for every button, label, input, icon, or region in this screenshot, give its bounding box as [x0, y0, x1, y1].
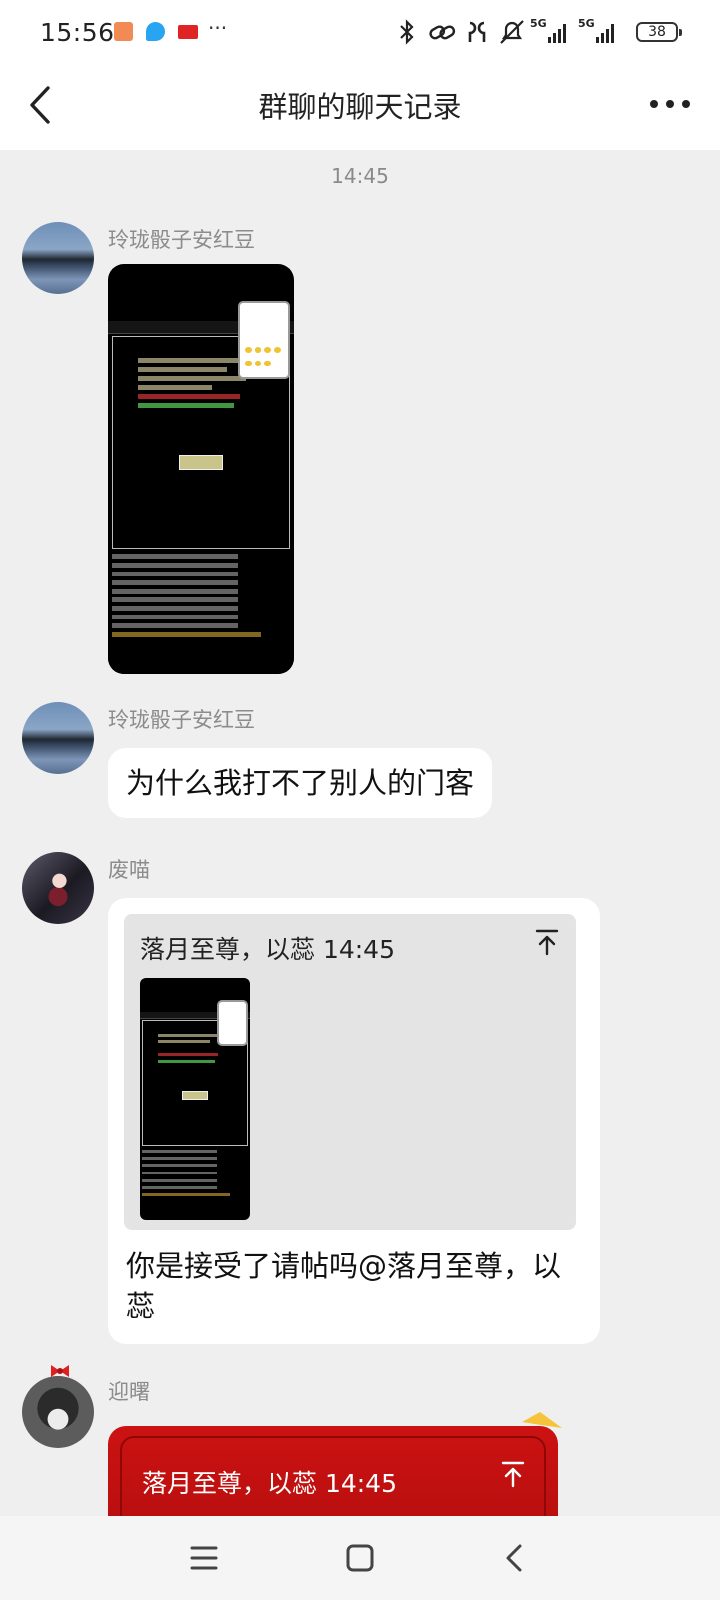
sender-name: 废喵: [108, 858, 150, 882]
sender-name: 玲珑骰子安红豆: [108, 708, 255, 732]
bird-app-icon: [146, 22, 165, 41]
avatar[interactable]: [22, 222, 94, 294]
mute-bell-icon: [500, 20, 524, 44]
menu-icon[interactable]: [182, 1536, 226, 1580]
quoted-screenshot-image[interactable]: [140, 978, 250, 1220]
status-time: 15:56: [40, 18, 115, 47]
quote-header: 落月至尊，以蕊 14:45: [142, 1469, 397, 1498]
jump-to-original-icon[interactable]: [534, 928, 560, 956]
more-notifications-icon: ···: [208, 16, 228, 40]
chat-message: 迎曙 落月至尊，以蕊 14:45: [0, 1365, 720, 1516]
message-text: 你是接受了请帖吗@落月至尊，以蕊: [126, 1249, 562, 1323]
avatar[interactable]: [22, 702, 94, 774]
jump-to-original-icon[interactable]: [500, 1460, 526, 1488]
chat-history[interactable]: 14:45 玲珑骰子安红豆 玲珑骰子安红豆 为什么我打不了别人的门客 废喵 落月…: [0, 150, 720, 1516]
more-options-button[interactable]: [650, 94, 690, 114]
back-nav-icon[interactable]: [494, 1536, 538, 1580]
chat-message: 玲珑骰子安红豆: [0, 222, 720, 682]
signal-icon-2: 5G: [578, 17, 620, 45]
dot-icon: [666, 100, 674, 108]
dot-icon: [650, 100, 658, 108]
sender-name: 迎曙: [108, 1380, 150, 1404]
avatar[interactable]: [22, 1376, 94, 1448]
bluetooth-icon: [400, 19, 414, 45]
home-icon[interactable]: [338, 1536, 382, 1580]
title-bar: 群聊的聊天记录: [0, 66, 720, 150]
chat-message: 玲珑骰子安红豆 为什么我打不了别人的门客: [0, 702, 720, 832]
quote-header: 落月至尊，以蕊 14:45: [140, 935, 395, 964]
message-bubble[interactable]: 为什么我打不了别人的门客: [108, 748, 493, 818]
message-timestamp: 14:45: [331, 164, 389, 188]
system-navigation-bar: [0, 1516, 720, 1600]
chat-message: 废喵 落月至尊，以蕊 14:45 你是接受了请帖吗@落月至尊，以蕊: [0, 852, 720, 1352]
link-icon: [429, 25, 456, 40]
paper-plane-decoration-icon: [522, 1412, 562, 1428]
quoted-message-card[interactable]: 落月至尊，以蕊 14:45: [124, 914, 576, 1230]
page-title: 群聊的聊天记录: [258, 90, 462, 124]
mail-app-icon: [114, 22, 133, 41]
bow-decoration-icon: [51, 1365, 69, 1377]
quote-reply-bubble[interactable]: 落月至尊，以蕊 14:45 你是接受了请帖吗@落月至尊，以蕊: [108, 898, 600, 1344]
avatar[interactable]: [22, 852, 94, 924]
earbuds-icon: [468, 21, 486, 42]
status-bar: 15:56 ··· 5G 5G 38: [0, 0, 720, 66]
battery-indicator: 38: [636, 22, 682, 42]
screenshot-image[interactable]: [108, 264, 294, 674]
signal-icon-1: 5G: [530, 17, 572, 45]
sender-name: 玲珑骰子安红豆: [108, 228, 255, 252]
dot-icon: [682, 100, 690, 108]
themed-quote-bubble[interactable]: 落月至尊，以蕊 14:45: [108, 1426, 558, 1516]
news-app-icon: [178, 25, 198, 39]
